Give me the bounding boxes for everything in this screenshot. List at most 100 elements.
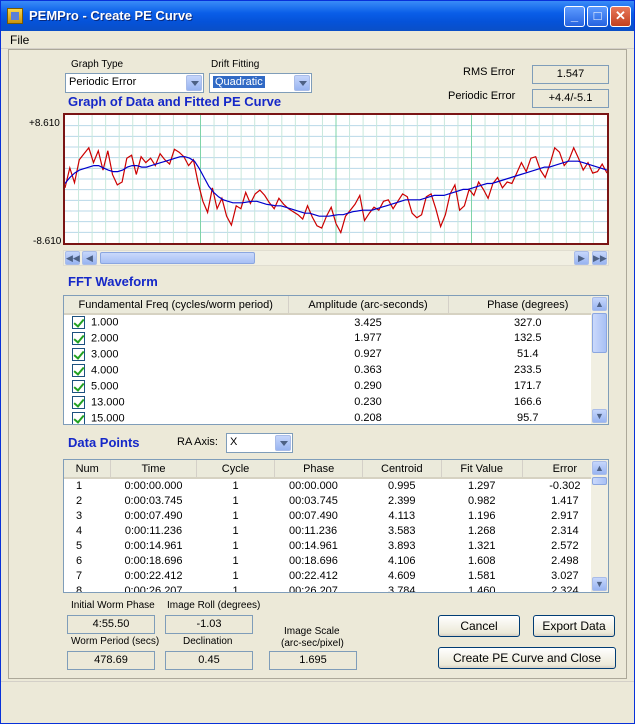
dp-col-header[interactable]: Num [64, 460, 112, 479]
dp-col-header[interactable]: Phase [274, 460, 363, 479]
export-data-button[interactable]: Export Data [533, 615, 615, 637]
table-cell: 3.893 [388, 540, 416, 552]
data-points-grid[interactable]: Num Time Cycle Phase Centroid Fit Value Error … [63, 459, 609, 593]
scroll-thumb[interactable] [100, 252, 255, 264]
table-row[interactable]: 7 0:00:22.412 1 00:22.412 4.609 1.581 3.027 [64, 569, 608, 584]
scroll-up-icon[interactable]: ▲ [592, 461, 607, 475]
row-checkbox[interactable] [72, 316, 85, 329]
fft-row[interactable]: 3.000 0.927 51.4 [64, 346, 608, 362]
table-row[interactable]: 1 0:00:00.000 1 00:00.000 0.995 1.297 -0.302 [64, 478, 608, 494]
row-checkbox[interactable] [72, 363, 85, 377]
pe-graph [63, 113, 609, 245]
scroll-right-icon[interactable]: ▶ [574, 251, 589, 265]
fft-col-freq[interactable]: Fundamental Freq (cycles/worm period) [64, 296, 289, 315]
cancel-button[interactable]: Cancel [438, 615, 520, 637]
table-cell: 8 [76, 585, 83, 593]
ra-axis-select[interactable]: X [226, 433, 293, 453]
fft-col-amp[interactable]: Amplitude (arc-seconds) [288, 296, 449, 315]
fft-phase: 166.6 [513, 396, 542, 408]
row-checkbox[interactable] [72, 379, 85, 393]
graph-ymax-label: +8.610 [29, 118, 60, 129]
dp-col-header[interactable]: Fit Value [441, 460, 523, 479]
fft-grid[interactable]: Fundamental Freq (cycles/worm period) Am… [63, 295, 609, 425]
fft-amp: 3.425 [354, 316, 382, 329]
graph-title: Graph of Data and Fitted PE Curve [68, 94, 282, 109]
table-row[interactable]: 8 0:00:26.207 1 00:26.207 3.784 1.460 2.324 [64, 584, 608, 593]
table-cell: 1 [232, 510, 239, 522]
table-row[interactable]: 2 0:00:03.745 1 00:03.745 2.399 0.982 1.417 [64, 494, 608, 509]
close-button[interactable]: ✕ [610, 6, 631, 27]
minimize-button[interactable]: _ [564, 6, 585, 27]
fft-freq: 1.000 [91, 316, 119, 329]
scroll-down-icon[interactable]: ▼ [592, 409, 607, 423]
row-checkbox[interactable] [72, 411, 85, 424]
table-cell: 0.995 [388, 480, 416, 492]
scroll-up-icon[interactable]: ▲ [592, 297, 607, 311]
table-row[interactable]: 5 0:00:14.961 1 00:14.961 3.893 1.321 2.572 [64, 539, 608, 554]
table-cell: 3.583 [388, 525, 416, 537]
row-checkbox[interactable] [72, 395, 85, 409]
image-scale-unit-label: (arc-sec/pixel) [281, 638, 344, 649]
fft-freq: 3.000 [91, 347, 119, 360]
rms-error-value: 1.547 [532, 65, 609, 84]
graph-type-select[interactable]: Periodic Error [65, 73, 204, 93]
table-cell: 1 [76, 480, 83, 492]
row-checkbox[interactable] [72, 347, 85, 361]
graph-horizontal-scrollbar[interactable]: ◀◀ ◀ ▶ ▶▶ [63, 250, 609, 266]
image-scale-label: Image Scale [284, 626, 340, 637]
fft-row[interactable]: 2.000 1.977 132.5 [64, 330, 608, 346]
maximize-button[interactable]: □ [587, 6, 608, 27]
fft-row[interactable]: 1.000 3.425 327.0 [64, 314, 608, 330]
rms-error-label: RMS Error [463, 66, 515, 78]
table-cell: 1.321 [467, 540, 496, 552]
table-cell: 4.113 [388, 510, 416, 522]
row-checkbox[interactable] [72, 331, 85, 345]
title-bar[interactable]: PEMPro - Create PE Curve _ □ ✕ [1, 1, 634, 31]
fft-row[interactable]: 5.000 0.290 171.7 [64, 378, 608, 394]
scroll-down-icon[interactable]: ▼ [592, 577, 607, 591]
fft-freq: 13.000 [91, 395, 125, 408]
table-row[interactable]: 4 0:00:11.236 1 00:11.236 3.583 1.268 2.314 [64, 524, 608, 539]
fft-row[interactable]: 15.000 0.208 95.7 [64, 410, 608, 424]
main-window: PEMPro - Create PE Curve _ □ ✕ File Grap… [0, 0, 635, 724]
fft-row[interactable]: 4.000 0.363 233.5 [64, 362, 608, 378]
worm-period-value: 478.69 [67, 651, 155, 670]
chevron-down-icon[interactable] [275, 435, 291, 451]
fft-phase: 171.7 [513, 380, 542, 392]
menu-file[interactable]: File [10, 33, 29, 47]
table-cell: 0:00:03.745 [124, 495, 183, 507]
table-cell: 6 [76, 555, 83, 567]
scroll-first-icon[interactable]: ◀◀ [65, 251, 80, 265]
drift-fitting-select[interactable]: Quadratic [209, 73, 312, 93]
dp-col-header[interactable]: Centroid [362, 460, 442, 479]
fft-amp: 0.230 [354, 396, 382, 408]
fft-freq: 5.000 [91, 379, 119, 392]
table-row[interactable]: 6 0:00:18.696 1 00:18.696 4.106 1.608 2.498 [64, 554, 608, 569]
graph-type-label: Graph Type [71, 59, 124, 70]
graph-type-value: Periodic Error [69, 76, 137, 88]
table-cell: 1 [232, 585, 239, 593]
scroll-thumb[interactable] [592, 313, 607, 353]
create-pe-curve-button[interactable]: Create PE Curve and Close [438, 647, 616, 669]
scroll-left-icon[interactable]: ◀ [82, 251, 97, 265]
chevron-down-icon[interactable] [186, 75, 202, 91]
image-scale-value: 1.695 [269, 651, 357, 670]
fft-row[interactable]: 13.000 0.230 166.6 [64, 394, 608, 410]
dp-col-header[interactable]: Cycle [196, 460, 276, 479]
scroll-last-icon[interactable]: ▶▶ [592, 251, 607, 265]
table-cell: 1.268 [467, 525, 496, 537]
data-points-vertical-scrollbar[interactable]: ▲ ▼ [591, 460, 608, 592]
image-roll-value: -1.03 [165, 615, 253, 634]
chevron-down-icon[interactable] [294, 75, 310, 91]
table-row[interactable]: 3 0:00:07.490 1 00:07.490 4.113 1.196 2.917 [64, 509, 608, 524]
table-cell: 1 [232, 525, 239, 537]
scroll-thumb[interactable] [592, 477, 607, 485]
fft-amp: 0.290 [354, 380, 382, 392]
table-cell: 1.608 [467, 555, 496, 567]
fft-vertical-scrollbar[interactable]: ▲ ▼ [591, 296, 608, 424]
declination-value: 0.45 [165, 651, 253, 670]
fft-col-phase[interactable]: Phase (degrees) [448, 296, 608, 315]
dp-col-header[interactable]: Time [110, 460, 197, 479]
drift-fitting-value: Quadratic [213, 76, 265, 88]
table-cell: 1 [232, 540, 239, 552]
